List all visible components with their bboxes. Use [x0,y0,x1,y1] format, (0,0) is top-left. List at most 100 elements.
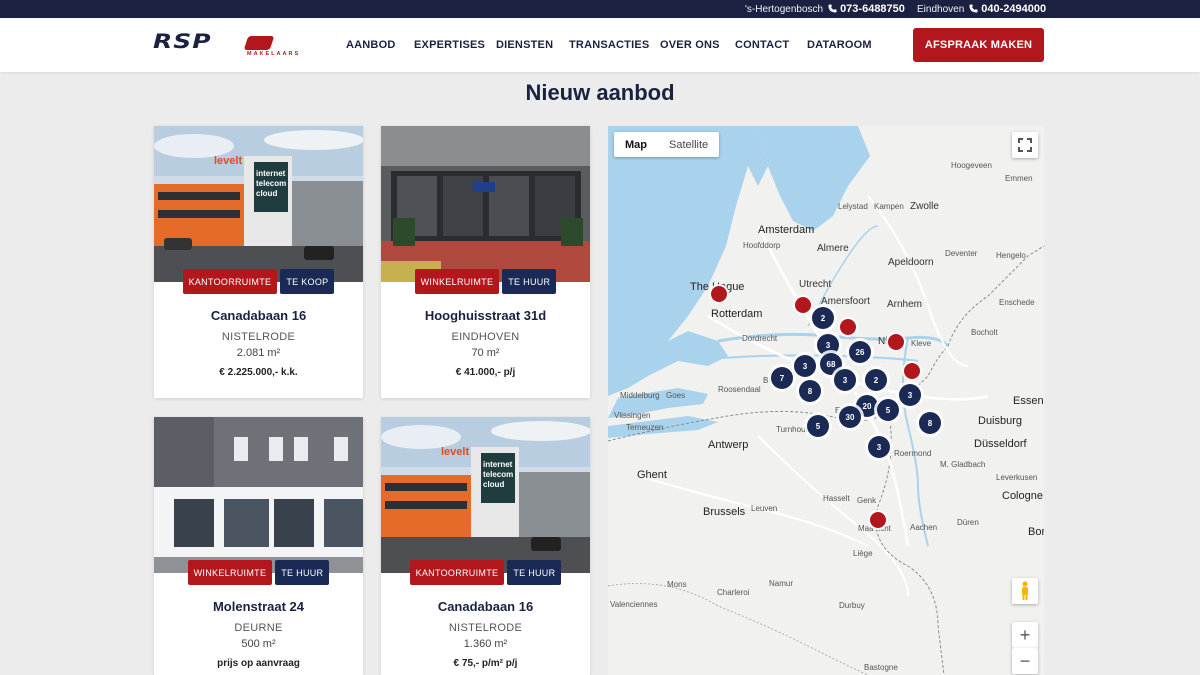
nav-aanbod[interactable]: AANBOD [346,39,395,51]
map-cluster-marker[interactable]: 2 [812,307,834,329]
map-pin-marker[interactable] [888,334,904,350]
category-badge: WINKELRUIMTE [187,560,273,585]
site-header: RSP MAKELAARS AANBOD EXPERTISES DIENSTEN… [0,18,1200,72]
map-label-cologne: Cologne [1002,490,1043,502]
map-label-namur: Namur [769,579,794,588]
map-label-brussels: Brussels [703,506,746,518]
listing-address: Canadabaan 16 [210,308,307,323]
map-pin-marker[interactable] [840,319,856,335]
map-label-hoofddorp: Hoofddorp [743,241,781,250]
map-cluster-marker[interactable]: 5 [877,399,899,421]
map-label-hasselt: Hasselt [823,494,850,503]
map-label-antwerp: Antwerp [708,439,749,451]
nav-transacties[interactable]: TRANSACTIES [569,39,649,51]
map-cluster-marker[interactable]: 3 [868,436,890,458]
map-label-bocholt: Bocholt [971,328,998,337]
category-badge: KANTOORRUIMTE [409,560,505,585]
map-cluster-marker[interactable]: 5 [807,415,829,437]
map-label-turnhout: Turnhout [776,425,808,434]
zoom-in-button[interactable]: + [1012,622,1038,648]
listing-card-canadabaan-huur[interactable]: internet telecom cloud levelt KANTOORRUI… [381,417,590,675]
map-label-aachen: Aachen [910,523,938,532]
listing-city: NISTELRODE [221,331,296,343]
map-cluster-marker[interactable]: 3 [794,355,816,377]
banner-text-telecom: telecom [256,179,286,188]
map-label-mons: Mons [667,580,687,589]
map-label-deventer: Deventer [945,249,978,258]
map-label-liege: Liège [853,549,873,558]
nav-over-ons[interactable]: OVER ONS [660,39,720,51]
map-cluster-marker[interactable]: 7 [771,367,793,389]
listings-map[interactable]: Map Satellite + − Amsterdam The Hague Ro… [608,126,1044,675]
map-cluster-marker[interactable]: 3 [899,384,921,406]
listing-area: 1.360 m² [463,638,508,650]
map-label-ghent: Ghent [637,469,667,481]
phone-link-eindhoven[interactable]: 040-2494000 [981,3,1046,15]
map-label-lelystad: Lelystad [838,202,868,211]
listing-city: EINDHOVEN [451,331,520,343]
status-badge: TE KOOP [280,269,335,294]
nav-expertises[interactable]: EXPERTISES [414,39,485,51]
map-label-arnhem: Arnhem [887,299,923,310]
listing-card-hooghuisstraat[interactable]: WINKELRUIMTE TE HUUR Hooghuisstraat 31d … [381,126,590,398]
map-type-toggle: Map Satellite [614,132,720,157]
map-label-terneuzen: Terneuzen [626,423,664,432]
nav-dataroom[interactable]: DATAROOM [807,39,872,51]
map-cluster-marker[interactable]: 3 [834,369,856,391]
afspraak-maken-button[interactable]: AFSPRAAK MAKEN [913,28,1044,62]
street-view-pegman[interactable] [1012,578,1038,604]
map-label-apeldoorn: Apeldoorn [888,257,934,268]
map-type-satellite[interactable]: Satellite [658,132,719,157]
map-label-utrecht: Utrecht [799,279,832,290]
listing-badges: KANTOORRUIMTE TE KOOP [154,269,363,294]
map-type-map[interactable]: Map [614,132,658,157]
listing-address: Hooghuisstraat 31d [424,308,547,323]
listing-area: 2.081 m² [236,347,281,359]
map-cluster-marker[interactable]: 2 [865,369,887,391]
listing-badges: WINKELRUIMTE TE HUUR [381,269,590,294]
map-pin-marker[interactable] [904,363,920,379]
map-label-essen: Essen [1013,395,1044,407]
listing-badges: KANTOORRUIMTE TE HUUR [381,560,590,585]
map-label-middelburg: Middelburg [620,391,660,400]
map-label-goes: Goes [666,391,686,400]
listing-card-molenstraat[interactable]: WINKELRUIMTE TE HUUR Molenstraat 24 DEUR… [154,417,363,675]
listing-card-canadabaan-koop[interactable]: internet telecom cloud levelt KANTOORRUI… [154,126,363,398]
map-pin-marker[interactable] [795,297,811,313]
map-pin-marker[interactable] [711,286,727,302]
status-badge: TE HUUR [275,560,330,585]
nav-contact[interactable]: CONTACT [735,39,789,51]
category-badge: WINKELRUIMTE [414,269,500,294]
fullscreen-icon [1018,138,1032,152]
nav-diensten[interactable]: DIENSTEN [496,39,553,51]
map-label-duren: Düren [957,518,979,527]
listing-address: Canadabaan 16 [437,599,534,614]
listing-address: Molenstraat 24 [212,599,305,614]
map-base [608,126,1044,675]
status-badge: TE HUUR [502,269,557,294]
listing-photo: internet telecom cloud levelt [381,417,590,573]
listing-price: € 75,- p/m² p/j [453,658,518,669]
phone-icon [969,4,978,13]
map-label-emmen: Emmen [1005,174,1033,183]
map-cluster-marker[interactable]: 26 [849,341,871,363]
map-label-roosendaal: Roosendaal [718,385,761,394]
category-badge: KANTOORRUIMTE [182,269,278,294]
logo-text: RSP [153,30,212,53]
rsp-logo[interactable]: RSP MAKELAARS [153,30,299,60]
listing-photo: internet telecom cloud levelt [154,126,363,282]
listing-price: € 41.000,- p/j [455,367,516,378]
map-label-amersfoort: Amersfoort [821,296,870,307]
fullscreen-button[interactable] [1012,132,1038,158]
zoom-out-button[interactable]: − [1012,648,1038,674]
map-label-leuven: Leuven [751,504,778,513]
map-label-bastogne: Bastogne [864,663,898,672]
map-cluster-marker[interactable]: 8 [799,380,821,402]
status-badge: TE HUUR [507,560,562,585]
map-cluster-marker[interactable]: 30 [839,406,861,428]
map-cluster-marker[interactable]: 8 [919,412,941,434]
map-label-almere: Almere [817,243,849,254]
map-pin-marker[interactable] [870,512,886,528]
phone-link-hertogenbosch[interactable]: 073-6488750 [840,3,905,15]
map-label-kampen: Kampen [874,202,904,211]
